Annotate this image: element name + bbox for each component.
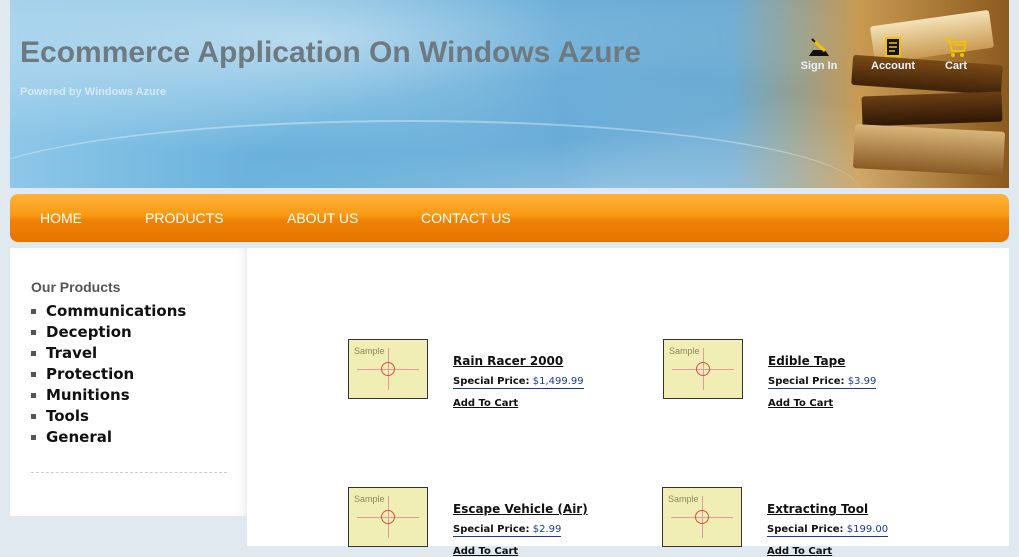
list-item: Munitions [31, 384, 186, 405]
bullet-icon [31, 330, 36, 335]
sign-in-link[interactable]: Sign In [790, 36, 848, 72]
header-banner: Ecommerce Application On Windows Azure P… [10, 0, 1009, 188]
product-price: Special Price: $2.99 [453, 524, 562, 537]
product-image[interactable]: Sample [663, 339, 743, 399]
category-link[interactable]: Munitions [46, 386, 130, 404]
product-image[interactable]: Sample [348, 487, 428, 547]
main-nav: HOME PRODUCTS ABOUT US CONTACT US [10, 194, 1009, 242]
book [861, 91, 1003, 127]
price-label: Special Price: [767, 524, 844, 535]
site-subtitle: Powered by Windows Azure [20, 86, 167, 98]
target-icon [695, 510, 709, 524]
category-link[interactable]: Communications [46, 302, 186, 320]
account-document-icon [885, 37, 901, 57]
list-item: Tools [31, 405, 186, 426]
nav-home[interactable]: HOME [40, 210, 82, 226]
sidebar-title: Our Products [31, 279, 121, 295]
product-image[interactable]: Sample [662, 487, 742, 547]
product-grid: Sample Rain Racer 2000 Special Price: $1… [247, 248, 1009, 557]
book [852, 124, 1006, 176]
product-card: Sample Escape Vehicle (Air) Special Pric… [348, 487, 648, 557]
product-name-link[interactable]: Edible Tape [768, 354, 845, 368]
price-value: $3.99 [847, 376, 877, 387]
list-item: Travel [31, 342, 186, 363]
product-name-link[interactable]: Extracting Tool [767, 502, 868, 516]
price-label: Special Price: [453, 376, 530, 387]
bullet-icon [31, 393, 36, 398]
sample-label: Sample [354, 494, 385, 504]
shopping-cart-icon [945, 38, 968, 57]
sample-label: Sample [669, 346, 700, 356]
add-to-cart-link[interactable]: Add To Cart [768, 398, 833, 409]
account-label: Account [871, 60, 915, 72]
add-to-cart-link[interactable]: Add To Cart [453, 546, 518, 557]
sample-label: Sample [668, 494, 699, 504]
product-name-link[interactable]: Rain Racer 2000 [453, 354, 563, 368]
product-card: Sample Rain Racer 2000 Special Price: $1… [348, 339, 648, 409]
bullet-icon [31, 435, 36, 440]
bullet-icon [31, 414, 36, 419]
product-price: Special Price: $3.99 [768, 376, 877, 389]
list-item: Deception [31, 321, 186, 342]
cart-label: Cart [944, 60, 967, 72]
site-title: Ecommerce Application On Windows Azure [20, 36, 641, 69]
price-value: $2.99 [532, 524, 562, 535]
list-item: Communications [31, 300, 186, 321]
price-label: Special Price: [453, 524, 530, 535]
list-item: General [31, 426, 186, 447]
cart-link[interactable]: Cart [938, 36, 974, 72]
category-list: Communications Deception Travel Protecti… [31, 300, 186, 447]
sidebar: Our Products Communications Deception Tr… [10, 248, 247, 516]
add-to-cart-link[interactable]: Add To Cart [767, 546, 832, 557]
nav-contact-us[interactable]: CONTACT US [421, 210, 511, 226]
sign-in-pen-icon [809, 38, 829, 56]
category-link[interactable]: Tools [46, 407, 89, 425]
nav-products[interactable]: PRODUCTS [145, 210, 224, 226]
product-price: Special Price: $199.00 [767, 524, 889, 537]
list-item: Protection [31, 363, 186, 384]
target-icon [381, 510, 395, 524]
product-name-link[interactable]: Escape Vehicle (Air) [453, 502, 588, 516]
price-value: $1,499.99 [532, 376, 584, 387]
price-label: Special Price: [768, 376, 845, 387]
product-price: Special Price: $1,499.99 [453, 376, 584, 389]
sidebar-divider [31, 472, 227, 473]
bullet-icon [31, 372, 36, 377]
sign-in-label: Sign In [800, 60, 838, 72]
target-icon [381, 362, 395, 376]
add-to-cart-link[interactable]: Add To Cart [453, 398, 518, 409]
target-icon [696, 362, 710, 376]
category-link[interactable]: General [46, 428, 112, 446]
category-link[interactable]: Protection [46, 365, 134, 383]
sample-label: Sample [354, 346, 385, 356]
bullet-icon [31, 309, 36, 314]
category-link[interactable]: Deception [46, 323, 132, 341]
product-card: Sample Extracting Tool Special Price: $1… [662, 487, 962, 557]
bullet-icon [31, 351, 36, 356]
category-link[interactable]: Travel [46, 344, 97, 362]
nav-about-us[interactable]: ABOUT US [287, 210, 358, 226]
product-card: Sample Edible Tape Special Price: $3.99 … [663, 339, 963, 409]
product-image[interactable]: Sample [348, 339, 428, 399]
price-value: $199.00 [846, 524, 889, 535]
top-links: Sign In Account Cart [790, 36, 990, 80]
account-link[interactable]: Account [862, 36, 924, 72]
